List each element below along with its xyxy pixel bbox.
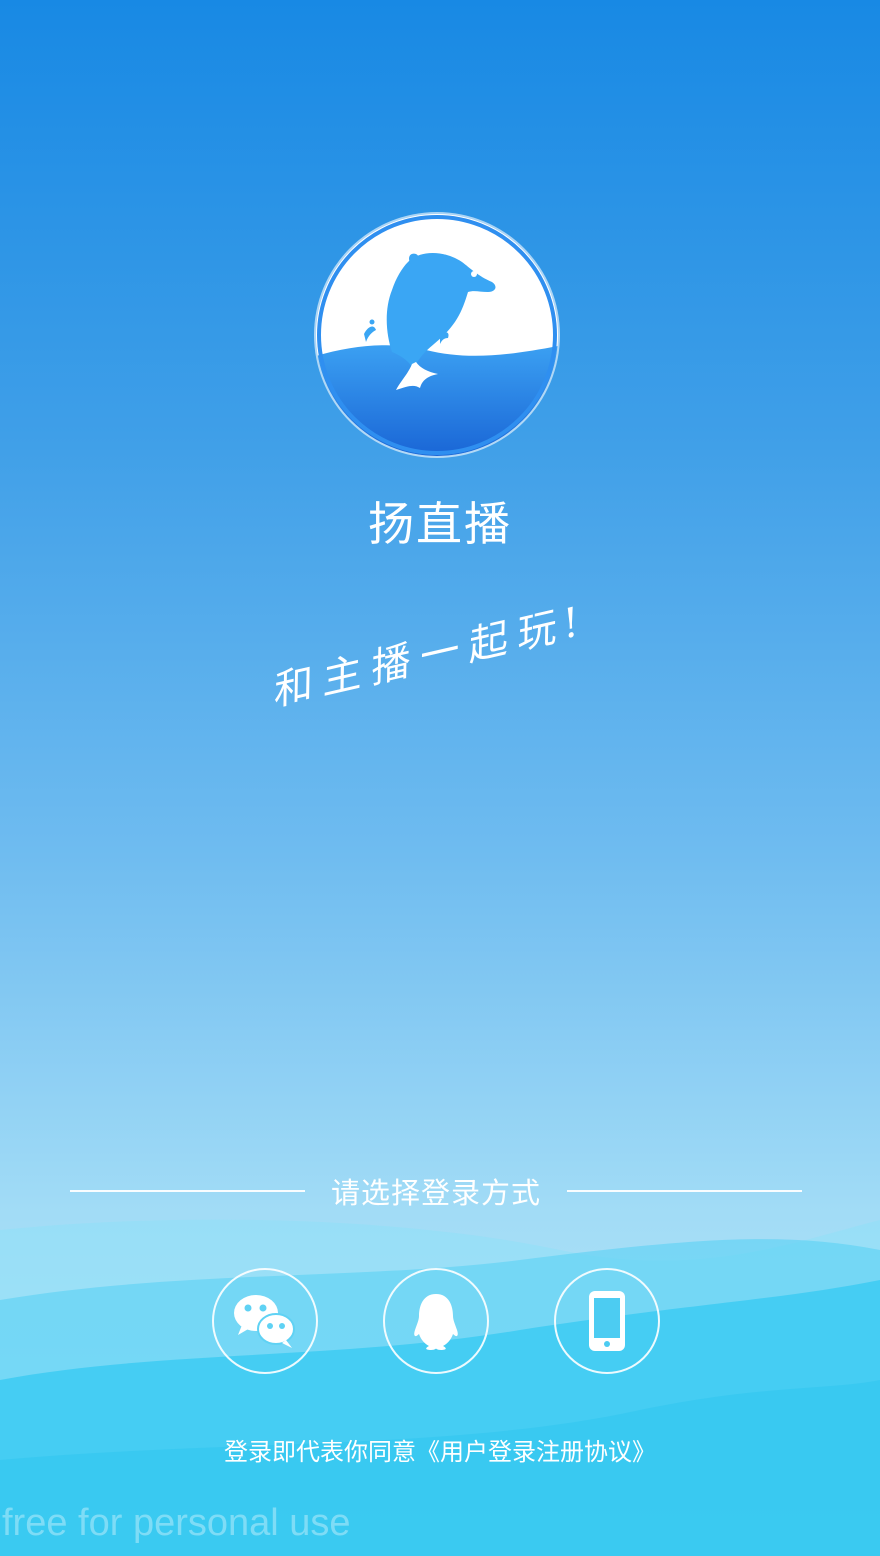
dolphin-logo-icon [316,215,558,456]
login-options [0,1268,880,1378]
login-method-divider: 请选择登录方式 [70,1170,803,1212]
login-screen: 扬直播 和主播一起玩! 请选择登录方式 登录即代表你同意《用户登录注册协议》 f… [0,0,880,1556]
phone-login-button[interactable] [554,1268,660,1374]
qq-penguin-icon [414,1294,458,1350]
watermark-text: free for personal use [2,1502,351,1544]
divider-line-left [70,1190,305,1192]
wechat-icon [234,1295,295,1348]
app-logo [316,214,558,456]
login-method-prompt: 请选择登录方式 [331,1176,542,1210]
wechat-login-button[interactable] [212,1268,318,1374]
slogan-text: 和主播一起玩! [265,597,594,716]
mobile-phone-icon [589,1291,625,1351]
user-agreement-link[interactable]: 《用户登录注册协议》 [416,1438,656,1466]
qq-login-button[interactable] [383,1268,489,1374]
divider-line-right [567,1190,803,1192]
agreement-text: 登录即代表你同意 [224,1438,416,1466]
app-title: 扬直播 [368,497,512,551]
agreement-notice: 登录即代表你同意《用户登录注册协议》 [0,1432,880,1467]
